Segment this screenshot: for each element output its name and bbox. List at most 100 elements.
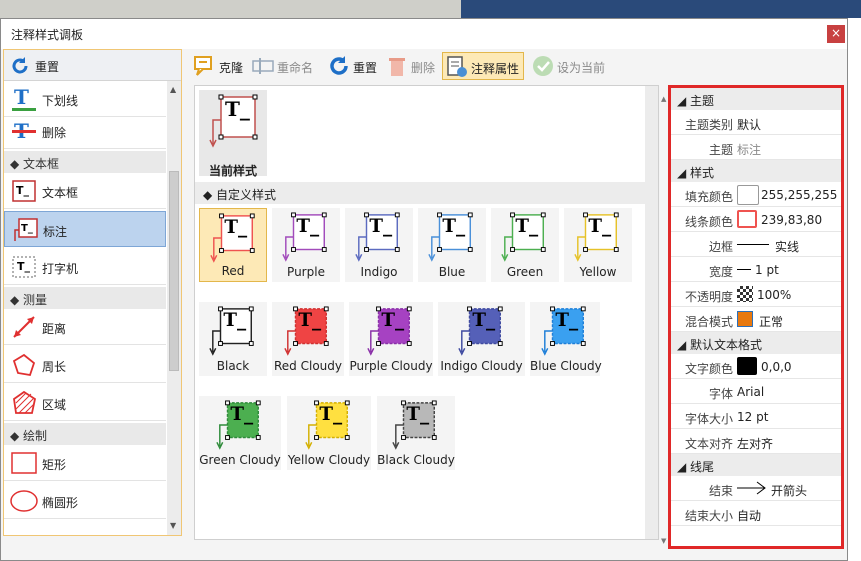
section-theme[interactable]: ◢ 主题 — [671, 88, 841, 110]
rename-label: 重命名 — [277, 61, 314, 75]
style-label: Indigo Cloudy — [440, 359, 523, 373]
annotation-properties-label: 注释属性 — [471, 62, 520, 76]
annotation-style-palette-dialog: 注释样式调板 × 重置 T 下划线 T 删除 ◆ 文本框 T_ 文本框 T_ 标注 T_ 打字机 ◆ … — [0, 18, 848, 561]
panel-splitter[interactable]: ▲ ▼ — [661, 85, 668, 549]
scroll-down-icon[interactable]: ▼ — [170, 521, 176, 530]
row-blend-mode[interactable]: 混合模式 正常 — [671, 307, 841, 332]
annotation-type-item[interactable]: T_ 标注 — [4, 211, 166, 247]
style-tile[interactable]: T_ Black — [199, 302, 267, 376]
annotation-type-item[interactable]: T 删除 — [4, 113, 166, 149]
svg-text:T: T — [14, 85, 29, 109]
center-scrollbar[interactable] — [645, 86, 658, 539]
delete-button[interactable]: 删除 — [383, 52, 439, 80]
callout-thumbnail: T_ — [209, 306, 254, 356]
set-current-button[interactable]: 设为当前 — [529, 52, 609, 80]
annotation-type-item[interactable]: 区域 — [4, 385, 166, 421]
row-theme-category[interactable]: 主题类别 默认 — [671, 110, 841, 135]
fill-color-swatch[interactable] — [737, 185, 759, 205]
custom-styles-label: ◆ 自定义样式 — [203, 188, 277, 202]
annotation-type-label: 标注 — [43, 225, 68, 239]
row-fill-color[interactable]: 填充颜色 255,255,255 — [671, 182, 841, 207]
annotation-type-item[interactable]: T_ 打字机 — [4, 249, 166, 285]
properties-panel: ◢ 主题 主题类别 默认 主题 标注 ◢ 样式 填充颜色 255,255,255 线条… — [668, 85, 844, 549]
row-opacity[interactable]: 不透明度 100% — [671, 282, 841, 307]
svg-text:T_: T_ — [296, 216, 320, 237]
style-tile[interactable]: T_ Green Cloudy — [199, 396, 281, 470]
annotation-type-item[interactable]: 矩形 — [4, 445, 166, 481]
current-style-tile[interactable]: T_ 当前样式 — [199, 90, 267, 178]
style-tile[interactable]: T_ Blue Cloudy — [530, 302, 602, 376]
style-tile[interactable]: T_ Red — [199, 208, 267, 282]
category-header[interactable]: ◆ 测量 — [4, 287, 166, 309]
style-tile[interactable]: T_ Yellow — [564, 208, 632, 282]
clone-button[interactable]: 克隆 — [191, 52, 249, 80]
section-default-text[interactable]: ◢ 默认文本格式 — [671, 332, 841, 354]
annotation-type-label: 下划线 — [42, 94, 79, 108]
rectangle-icon — [11, 452, 37, 474]
category-header[interactable]: ◆ 文本框 — [4, 151, 166, 173]
style-tile[interactable]: T_ Purple — [272, 208, 340, 282]
annotation-type-label: 椭圆形 — [42, 496, 79, 510]
line-color-swatch[interactable] — [737, 210, 757, 228]
section-style[interactable]: ◢ 样式 — [671, 160, 841, 182]
scroll-thumb[interactable] — [169, 171, 179, 371]
callout-thumbnail: T_ — [282, 212, 327, 262]
annotation-type-label: 矩形 — [42, 458, 67, 472]
row-line-color[interactable]: 线条颜色 239,83,80 — [671, 207, 841, 232]
category-label: ◆ 绘制 — [10, 429, 48, 443]
row-font-size[interactable]: 字体大小 12 pt — [671, 404, 841, 429]
opacity-checker-icon — [737, 286, 753, 302]
style-label: Green — [506, 265, 544, 279]
svg-text:T_: T_ — [298, 310, 322, 331]
svg-text:T_: T_ — [555, 310, 579, 331]
row-theme[interactable]: 主题 标注 — [671, 135, 841, 160]
svg-text:T_: T_ — [223, 310, 247, 331]
rename-icon — [252, 58, 274, 74]
category-header[interactable]: ◆ 绘制 — [4, 423, 166, 445]
splitter-up-icon: ▲ — [661, 95, 667, 103]
row-border[interactable]: 边框 实线 — [671, 232, 841, 257]
row-font[interactable]: 字体 Arial — [671, 379, 841, 404]
reset-style-button[interactable]: 重置 — [325, 52, 383, 80]
callout-thumbnail: T_ — [541, 306, 586, 356]
style-tile[interactable]: T_ Purple Cloudy — [349, 302, 433, 376]
style-label: Yellow — [579, 265, 617, 279]
row-end-size[interactable]: 结束大小 自动 — [671, 501, 841, 526]
annotation-type-item[interactable]: 距离 — [4, 309, 166, 345]
row-end[interactable]: 结束 开箭头 — [671, 476, 841, 501]
callout-thumbnail: T_ — [355, 212, 400, 262]
svg-text:T_: T_ — [21, 223, 33, 234]
close-icon: × — [830, 26, 842, 40]
callout-thumbnail: T_ — [367, 306, 412, 356]
rename-button[interactable]: 重命名 — [249, 52, 319, 80]
style-tile[interactable]: T_ Green — [491, 208, 559, 282]
style-label: Red — [221, 264, 245, 278]
style-tile[interactable]: T_ Yellow Cloudy — [287, 396, 371, 470]
row-text-color[interactable]: 文字颜色 0,0,0 — [671, 354, 841, 379]
distance-icon — [13, 316, 35, 338]
style-tile[interactable]: T_ Blue — [418, 208, 486, 282]
left-scrollbar[interactable]: ▲ ▼ — [167, 81, 181, 535]
row-text-align[interactable]: 文本对齐 左对齐 — [671, 429, 841, 454]
annotation-properties-button[interactable]: 注释属性 — [442, 52, 524, 80]
strikeout-text-icon: T — [12, 119, 36, 143]
style-tile[interactable]: T_ Red Cloudy — [272, 302, 344, 376]
section-line-end[interactable]: ◢ 线尾 — [671, 454, 841, 476]
annotation-type-item[interactable]: 椭圆形 — [4, 483, 166, 519]
close-button[interactable]: × — [827, 25, 845, 43]
callout-thumbnail: T_ — [574, 212, 619, 262]
scroll-up-icon[interactable]: ▲ — [170, 85, 176, 94]
style-tile[interactable]: T_ Indigo — [345, 208, 413, 282]
svg-text:T_: T_ — [319, 404, 343, 425]
annotation-type-item[interactable]: 周长 — [4, 347, 166, 383]
reset-button[interactable]: 重置 — [4, 50, 181, 81]
annotation-type-item[interactable]: T_ 文本框 — [4, 173, 166, 209]
annotation-type-item[interactable]: T 下划线 — [4, 81, 166, 117]
style-tile[interactable]: T_ Indigo Cloudy — [438, 302, 525, 376]
typewriter-icon: T_ — [12, 256, 36, 278]
row-width[interactable]: 宽度 1 pt — [671, 257, 841, 282]
text-color-swatch[interactable] — [737, 357, 757, 375]
style-tile[interactable]: T_ Black Cloudy — [377, 396, 455, 470]
refresh-icon — [330, 56, 348, 75]
custom-styles-header: ◆ 自定义样式 — [195, 182, 645, 204]
